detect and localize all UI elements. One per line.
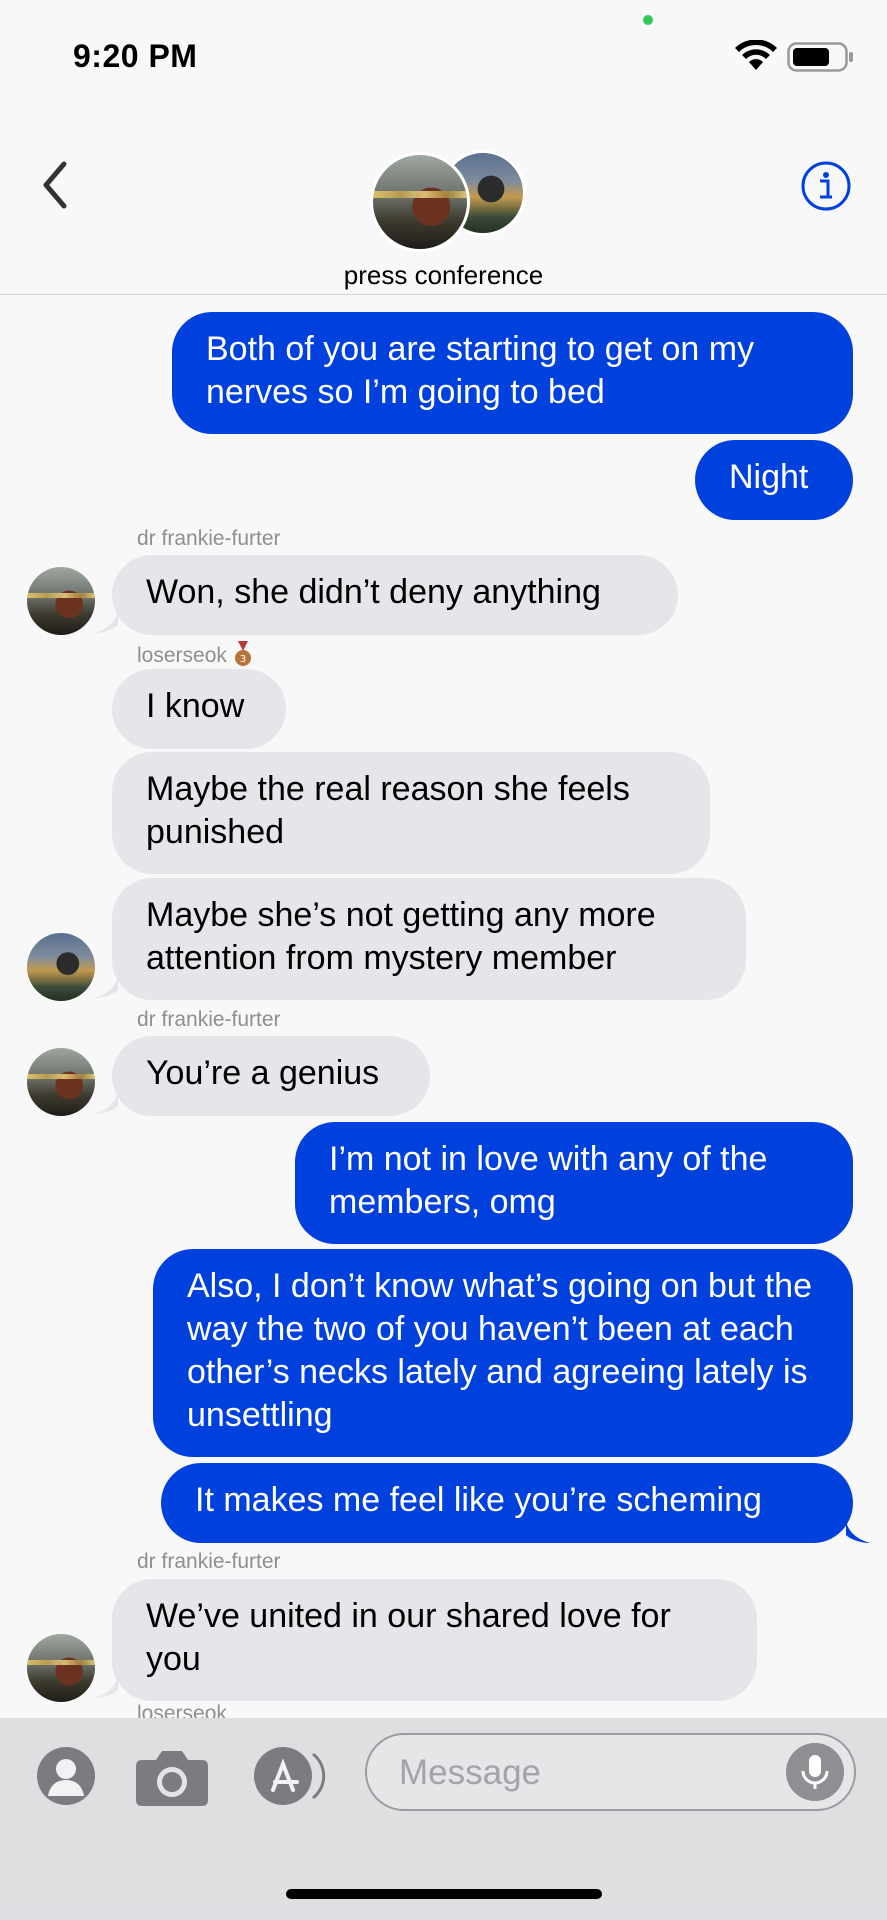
sender-name: dr frankie-furter xyxy=(137,1008,281,1031)
camera-indicator-dot xyxy=(643,15,653,25)
message-bubble-incoming[interactable]: Won, she didn’t deny anything xyxy=(112,555,678,635)
message-bubble-outgoing[interactable]: Also, I don’t know what’s going on but t… xyxy=(153,1249,853,1457)
camera-icon[interactable] xyxy=(134,1748,210,1808)
message-bubble-incoming[interactable]: Maybe the real reason she feels punished xyxy=(112,752,710,874)
home-indicator[interactable] xyxy=(286,1889,602,1899)
message-input[interactable]: Message xyxy=(365,1733,856,1811)
conversation-header: press conference xyxy=(0,110,887,295)
bubble-tail xyxy=(94,1676,118,1698)
message-bubble-incoming[interactable]: Maybe she’s not getting any more attenti… xyxy=(112,878,746,1000)
battery-icon xyxy=(787,42,853,72)
contact-icon[interactable] xyxy=(36,1746,96,1806)
sender-name: dr frankie-furter xyxy=(137,527,281,550)
message-bubble-outgoing[interactable]: Night xyxy=(695,440,853,520)
bubble-tail xyxy=(94,976,118,998)
message-bubble-incoming[interactable]: I know xyxy=(112,669,286,749)
message-bubble-incoming[interactable]: You’re a genius xyxy=(112,1036,430,1116)
avatar[interactable] xyxy=(27,1048,95,1116)
bubble-tail xyxy=(846,1521,870,1543)
bubble-tail xyxy=(94,611,118,633)
wifi-icon xyxy=(735,40,777,70)
medal-icon: 3 xyxy=(234,641,251,666)
app-store-icon[interactable] xyxy=(253,1746,333,1806)
microphone-icon[interactable] xyxy=(786,1743,844,1801)
sender-name-partial: loserseok xyxy=(137,1702,227,1718)
group-avatar-frankie[interactable] xyxy=(370,152,470,252)
message-bubble-incoming[interactable]: We’ve united in our shared love for you xyxy=(112,1579,757,1701)
info-icon[interactable] xyxy=(800,160,852,212)
avatar[interactable] xyxy=(27,567,95,635)
sender-name-text: loserseok xyxy=(137,644,227,667)
message-placeholder: Message xyxy=(399,1753,542,1792)
message-bubble-outgoing[interactable]: It makes me feel like you’re scheming xyxy=(161,1463,853,1543)
bubble-tail xyxy=(94,1092,118,1114)
message-bubble-outgoing[interactable]: I’m not in love with any of the members,… xyxy=(295,1122,853,1244)
sender-name: loserseok 3 xyxy=(137,641,253,668)
status-time: 9:20 PM xyxy=(73,38,198,74)
sender-name: dr frankie-furter xyxy=(137,1550,281,1573)
message-bubble-outgoing[interactable]: Both of you are starting to get on my ne… xyxy=(172,312,853,434)
sender-name-text: loserseok xyxy=(137,1702,227,1718)
svg-text:3: 3 xyxy=(240,654,246,665)
avatar[interactable] xyxy=(27,1634,95,1702)
avatar[interactable] xyxy=(27,933,95,1001)
back-chevron-icon[interactable] xyxy=(40,160,70,210)
conversation-title[interactable]: press conference xyxy=(0,260,887,291)
status-bar: 9:20 PM xyxy=(0,0,887,110)
